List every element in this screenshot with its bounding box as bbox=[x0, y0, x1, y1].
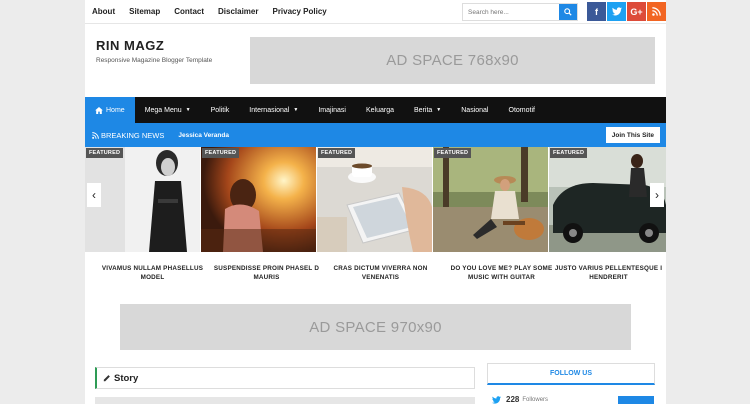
rss-icon bbox=[92, 131, 99, 139]
slide-3[interactable]: FEATURED bbox=[317, 147, 432, 252]
site-subtitle: Responsive Magazine Blogger Template bbox=[96, 57, 213, 64]
follow-button[interactable] bbox=[618, 396, 654, 404]
ad-space-top[interactable]: AD SPACE 768x90 bbox=[250, 37, 655, 84]
top-link-sitemap[interactable]: Sitemap bbox=[129, 7, 160, 16]
followers-count: 228 bbox=[506, 395, 520, 404]
nav-item-politik[interactable]: Politik bbox=[201, 97, 240, 123]
twitter-icon bbox=[611, 7, 622, 16]
home-icon bbox=[95, 106, 103, 114]
slide-caption[interactable]: CRAS DICTUM VIVERRA NON VENENATIS bbox=[323, 264, 438, 282]
slide-image bbox=[317, 147, 432, 252]
nav-item-label: Otomotif bbox=[508, 106, 535, 114]
top-link-privacy-policy[interactable]: Privacy Policy bbox=[272, 7, 326, 16]
search-box bbox=[462, 3, 578, 21]
slide-4[interactable]: FEATURED bbox=[433, 147, 548, 252]
googleplus-icon: G+ bbox=[630, 6, 643, 17]
breaking-news-label: BREAKING NEWS bbox=[101, 130, 165, 140]
story-heading: Story bbox=[95, 367, 475, 389]
facebook-icon: f bbox=[595, 6, 598, 17]
slider-prev-button[interactable]: ‹ bbox=[87, 183, 101, 207]
slide-5[interactable]: FEATURED bbox=[549, 147, 666, 252]
chevron-right-icon: › bbox=[655, 188, 659, 202]
twitter-icon bbox=[492, 395, 501, 404]
search-icon bbox=[564, 8, 572, 16]
featured-badge: FEATURED bbox=[86, 148, 124, 158]
chevron-down-icon: ▼ bbox=[293, 107, 299, 113]
chevron-left-icon: ‹ bbox=[92, 188, 96, 202]
chevron-down-icon: ▼ bbox=[436, 107, 442, 113]
ad-space-middle[interactable]: AD SPACE 970x90 bbox=[120, 304, 631, 350]
nav-item-label: Mega Menu bbox=[144, 106, 182, 114]
rss-button[interactable] bbox=[647, 2, 666, 21]
nav-item-keluarga[interactable]: Keluarga bbox=[356, 97, 404, 123]
breaking-news-headline[interactable]: Jessica Veranda bbox=[178, 132, 229, 139]
twitter-button[interactable] bbox=[607, 2, 626, 21]
slide-caption[interactable]: DO YOU LOVE ME? PLAY SOME MUSIC WITH GUI… bbox=[444, 264, 559, 282]
slide-caption[interactable]: SUSPENDISSE PROIN PHASEL D MAURIS bbox=[209, 264, 324, 282]
rss-icon bbox=[652, 7, 661, 16]
featured-badge: FEATURED bbox=[550, 148, 588, 158]
slide-caption[interactable]: VIVAMUS NULLAM PHASELLUS MODEL bbox=[95, 264, 210, 282]
nav-item-mega-menu[interactable]: Mega Menu ▼ bbox=[135, 97, 201, 123]
main-nav: Home Mega Menu ▼ Politik Internasional ▼… bbox=[85, 97, 666, 123]
join-site-button[interactable]: Join This Site bbox=[605, 127, 660, 143]
slide-image bbox=[549, 147, 666, 252]
featured-badge: FEATURED bbox=[434, 148, 472, 158]
story-label: Story bbox=[114, 372, 139, 384]
slider-next-button[interactable]: › bbox=[650, 183, 664, 207]
featured-slider: FEATURED FEATURED FEATURED FEATURED FEAT… bbox=[85, 147, 666, 252]
featured-badge: FEATURED bbox=[318, 148, 356, 158]
slide-2[interactable]: FEATURED bbox=[201, 147, 316, 252]
googleplus-button[interactable]: G+ bbox=[627, 2, 646, 21]
slide-image bbox=[85, 147, 200, 252]
followers-widget: 228 Followers bbox=[492, 395, 548, 404]
top-bar: About Sitemap Contact Disclaimer Privacy… bbox=[85, 0, 666, 24]
search-button[interactable] bbox=[559, 4, 577, 20]
top-link-contact[interactable]: Contact bbox=[174, 7, 204, 16]
slide-caption[interactable]: JUSTO VARIUS PELLENTESQUE I HENDRERIT bbox=[551, 264, 666, 282]
nav-item-berita[interactable]: Berita ▼ bbox=[404, 97, 451, 123]
nav-item-label: Imajinasi bbox=[318, 106, 346, 114]
pencil-icon bbox=[103, 375, 110, 382]
nav-item-label: Internasional bbox=[249, 106, 290, 114]
nav-item-imajinasi[interactable]: Imajinasi bbox=[308, 97, 356, 123]
nav-item-label: Nasional bbox=[461, 106, 489, 114]
nav-item-label: Keluarga bbox=[365, 106, 394, 114]
breaking-news-bar: BREAKING NEWS Jessica Veranda Join This … bbox=[85, 123, 666, 147]
chevron-down-icon: ▼ bbox=[185, 107, 191, 113]
follow-us-heading: FOLLOW US bbox=[487, 363, 655, 385]
top-link-about[interactable]: About bbox=[92, 7, 115, 16]
nav-item-home[interactable]: Home bbox=[85, 97, 135, 123]
nav-item-otomotif[interactable]: Otomotif bbox=[499, 97, 545, 123]
nav-item-internasional[interactable]: Internasional ▼ bbox=[239, 97, 308, 123]
top-link-disclaimer[interactable]: Disclaimer bbox=[218, 7, 258, 16]
facebook-button[interactable]: f bbox=[587, 2, 606, 21]
featured-badge: FEATURED bbox=[202, 148, 240, 158]
nav-item-label: Home bbox=[106, 106, 125, 114]
followers-label: Followers bbox=[522, 396, 549, 403]
follow-us-label: FOLLOW US bbox=[550, 370, 592, 377]
slide-image bbox=[433, 147, 548, 252]
page: About Sitemap Contact Disclaimer Privacy… bbox=[85, 0, 666, 404]
nav-item-label: Berita bbox=[414, 106, 433, 114]
nav-item-label: Politik bbox=[210, 106, 230, 114]
slide-image bbox=[201, 147, 316, 252]
search-input[interactable] bbox=[463, 4, 559, 20]
nav-item-nasional[interactable]: Nasional bbox=[451, 97, 498, 123]
story-content-placeholder bbox=[95, 397, 475, 404]
slide-1[interactable]: FEATURED bbox=[85, 147, 200, 252]
site-title[interactable]: RIN MAGZ bbox=[96, 38, 164, 53]
